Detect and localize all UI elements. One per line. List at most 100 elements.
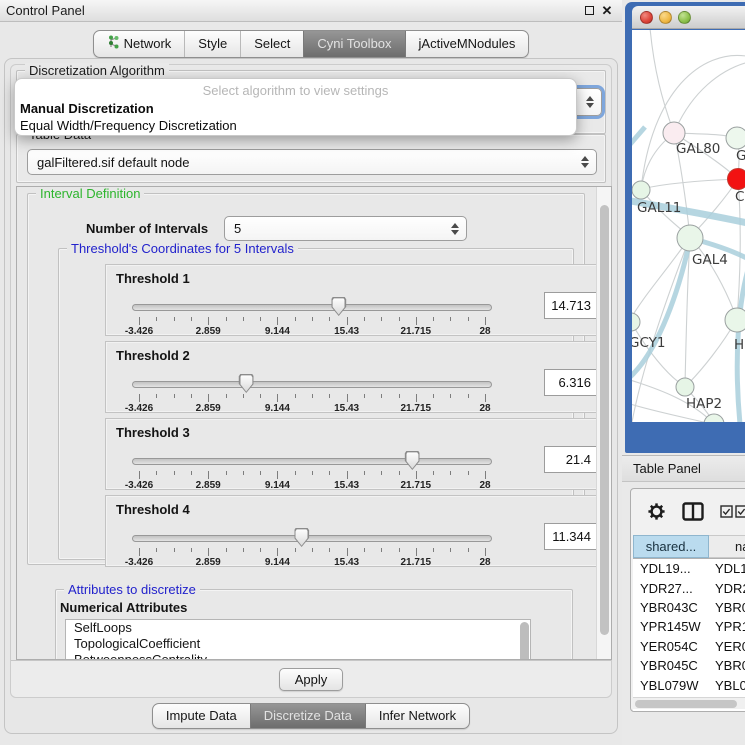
scrollbar-thumb[interactable] <box>600 205 609 635</box>
network-edge[interactable] <box>650 30 674 133</box>
float-window-button[interactable] <box>580 3 598 19</box>
zoom-traffic-light-icon[interactable] <box>678 11 691 24</box>
tab-impute-data[interactable]: Impute Data <box>153 704 250 728</box>
network-node-gal11[interactable] <box>632 181 650 199</box>
tab-cyni-toolbox[interactable]: Cyni Toolbox <box>303 31 404 57</box>
cell-shared-name: YBR043C <box>633 598 709 617</box>
settings-vertical-scrollbar[interactable] <box>596 187 611 659</box>
float-icon <box>585 6 594 15</box>
network-node[interactable] <box>704 414 724 422</box>
threshold-value-field[interactable]: 21.4 <box>544 446 598 473</box>
attribute-item-betweennesscentrality[interactable]: BetweennessCentrality <box>66 652 530 660</box>
cell-name: YPR1... <box>709 617 745 636</box>
network-node-hap2[interactable] <box>676 378 694 396</box>
apply-button[interactable]: Apply <box>279 668 343 691</box>
slider-ticks <box>139 548 485 557</box>
columns-icon[interactable] <box>682 502 704 521</box>
node-label: GAL11 <box>637 200 681 216</box>
tab-style[interactable]: Style <box>184 31 240 57</box>
numerical-attributes-list[interactable]: SelfLoopsTopologicalCoefficientBetweenne… <box>65 619 531 660</box>
slider-ticks <box>139 317 485 326</box>
node-label: GAL80 <box>676 141 720 157</box>
tab-select[interactable]: Select <box>240 31 303 57</box>
dropdown-items: Manual DiscretizationEqual Width/Frequen… <box>15 100 576 134</box>
table-data-group: Table Data galFiltered.sif default node <box>16 134 606 183</box>
network-node-c[interactable] <box>728 169 745 190</box>
scrollbar-thumb[interactable] <box>635 700 737 708</box>
tab-network[interactable]: Network <box>94 31 185 57</box>
dropdown-prompt: Select algorithm to view settings <box>15 82 576 100</box>
table-header-row: shared... name <box>633 535 745 559</box>
threshold-label: Threshold 1 <box>116 271 190 286</box>
slider-thumb[interactable] <box>405 451 420 470</box>
network-edge-highlighted[interactable] <box>632 127 645 149</box>
thresholds-group-title: Threshold's Coordinates for 5 Intervals <box>67 241 298 256</box>
node-label: H <box>734 337 744 353</box>
bottom-tabbar: Impute DataDiscretize DataInfer Network <box>0 703 622 729</box>
table-panel-titlebar: Table Panel <box>622 455 745 482</box>
slider-thumb[interactable] <box>239 374 254 393</box>
table-toolbar <box>631 489 745 533</box>
dropdown-item-manual-discretization[interactable]: Manual Discretization <box>15 100 576 117</box>
attribute-item-topologicalcoefficient[interactable]: TopologicalCoefficient <box>66 636 530 652</box>
slider-ticks <box>139 394 485 403</box>
threshold-value-field[interactable]: 14.713 <box>544 292 598 319</box>
node-label: C <box>735 189 744 205</box>
network-edge[interactable] <box>674 63 745 133</box>
table-row[interactable]: YDL19...YDL1... <box>633 559 745 578</box>
node-label: G <box>736 148 745 164</box>
thresholds-group: Threshold's Coordinates for 5 Intervals … <box>58 248 574 560</box>
tab-jactivemnodules[interactable]: jActiveMNodules <box>405 31 529 57</box>
cell-name: YBR0... <box>709 656 745 675</box>
attribute-item-selfloops[interactable]: SelfLoops <box>66 620 530 636</box>
close-window-button[interactable]: ✕ <box>598 3 616 19</box>
control-panel: Control Panel ✕ NetworkStyleSelectCyni T… <box>0 0 622 745</box>
column-header-name[interactable]: name <box>709 535 745 558</box>
slider-tick-labels: -3.4262.8599.14415.4321.71528 <box>139 403 485 415</box>
tab-infer-network[interactable]: Infer Network <box>365 704 469 728</box>
slider-thumb[interactable] <box>294 528 309 547</box>
numerical-attributes-label: Numerical Attributes <box>60 600 187 615</box>
gear-icon[interactable] <box>647 502 666 521</box>
combo-stepper-icon <box>581 156 589 168</box>
minimize-traffic-light-icon[interactable] <box>659 11 672 24</box>
cell-shared-name: YPR145W <box>633 617 709 636</box>
network-edge[interactable] <box>641 179 738 189</box>
table-row[interactable]: YBL079WYBL0... <box>633 675 745 694</box>
network-node-g[interactable] <box>726 127 745 149</box>
threshold-value-field[interactable]: 6.316 <box>544 369 598 396</box>
dropdown-item-equal-width-frequency-discretization[interactable]: Equal Width/Frequency Discretization <box>15 117 576 134</box>
node-table-panel: shared... name YDL19...YDL1...YDR27...YD… <box>630 488 745 712</box>
table-horizontal-scrollbar[interactable] <box>633 697 745 709</box>
slider-thumb[interactable] <box>331 297 346 316</box>
cell-shared-name: YBR045C <box>633 656 709 675</box>
network-node-gcy1[interactable] <box>632 313 640 331</box>
table-row[interactable]: YBR045CYBR0... <box>633 656 745 675</box>
tab-label: jActiveMNodules <box>419 36 516 52</box>
node-label: HAP2 <box>686 396 722 412</box>
top-tab-segments: NetworkStyleSelectCyni Toolbox jActiveMNo… <box>93 30 530 58</box>
attributes-list-scrollbar[interactable] <box>520 622 529 660</box>
checkboxes-icon[interactable] <box>720 505 745 518</box>
table-data-combobox[interactable]: galFiltered.sif default node <box>27 149 597 175</box>
table-row[interactable]: YDR27...YDR2... <box>633 578 745 597</box>
network-canvas[interactable]: GAL80GCGAL11GAL4GCY1HHAP2 <box>632 30 745 422</box>
network-node-gal4[interactable] <box>677 225 703 251</box>
threshold-value-field[interactable]: 11.344 <box>544 523 598 550</box>
table-row[interactable]: YPR145WYPR1... <box>633 617 745 636</box>
tab-discretize-data[interactable]: Discretize Data <box>250 704 365 728</box>
number-of-intervals-label: Number of Intervals <box>86 221 208 236</box>
slider-ticks <box>139 471 485 480</box>
cell-name: YDL1... <box>709 559 745 578</box>
table-row[interactable]: YBR043CYBR0... <box>633 598 745 617</box>
bottom-tab-segments: Impute DataDiscretize DataInfer Network <box>152 703 470 729</box>
close-traffic-light-icon[interactable] <box>640 11 653 24</box>
column-header-shared-name[interactable]: shared... <box>633 535 709 558</box>
network-icon <box>107 35 119 53</box>
apply-row: Apply <box>11 660 611 697</box>
network-node-h[interactable] <box>725 308 745 332</box>
number-of-intervals-combobox[interactable]: 5 <box>224 216 467 241</box>
table-row[interactable]: YER054CYER0... <box>633 637 745 656</box>
cell-shared-name: YBL079W <box>633 675 709 694</box>
table-rows: YDL19...YDL1...YDR27...YDR2...YBR043CYBR… <box>633 559 745 712</box>
